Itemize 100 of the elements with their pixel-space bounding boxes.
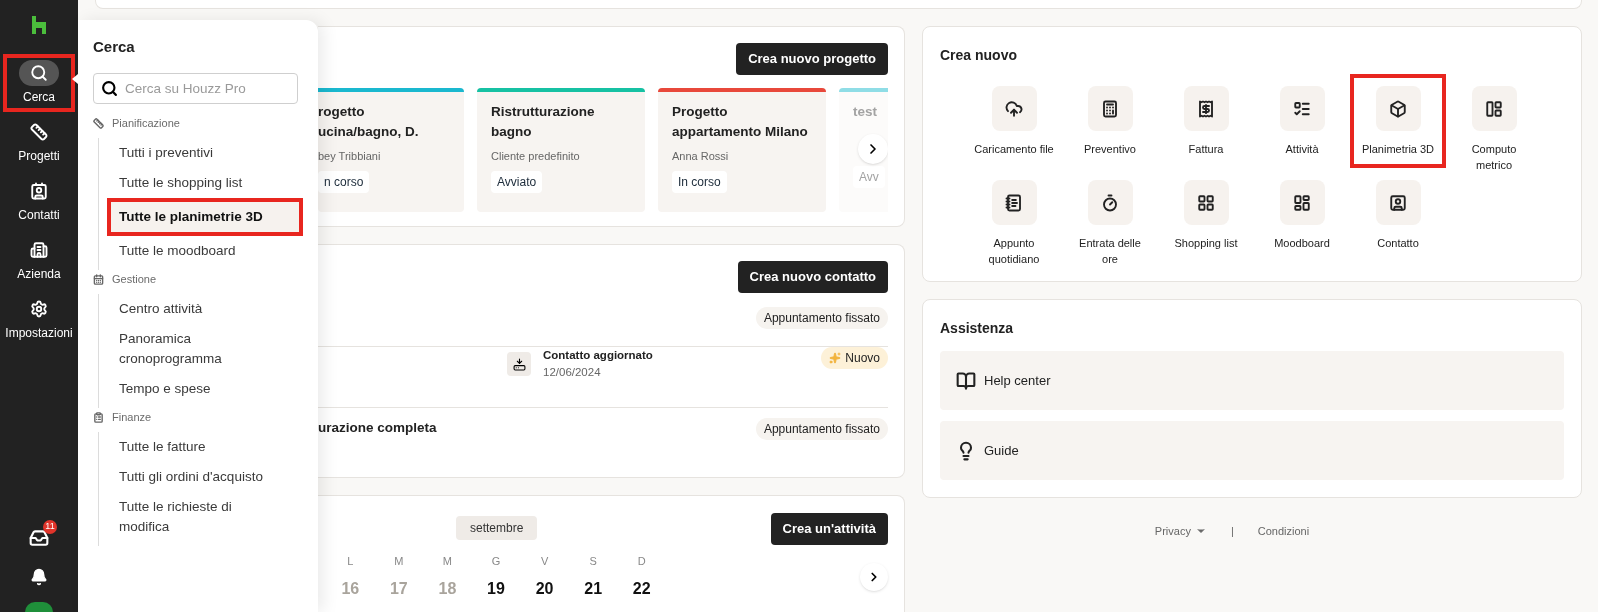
card-title: Crea nuovo [940,46,1018,65]
book-icon [956,370,976,391]
activity-date: 12/06/2024 [543,365,602,381]
create-contact-button[interactable]: Crea nuovo contatto [737,261,888,293]
create-tile[interactable]: Shopping list [1158,168,1254,262]
menu-item[interactable]: Tutti gli ordini d'acquisto [107,461,303,492]
terms-link[interactable]: Condizioni [1257,523,1310,540]
new-badge: Nuovo [821,347,888,369]
create-tile[interactable]: Caricamento file [966,74,1062,168]
checklist-icon [1293,99,1311,118]
day-number[interactable]: 19 [471,577,521,601]
menu-item[interactable]: Tutte le planimetrie 3D [107,197,303,236]
card-title: Assistenza [940,319,1015,338]
dashboard-icon [1293,193,1311,212]
project-title: Ristrutturazione bagno [491,103,596,141]
building-icon [30,241,48,259]
nav-item[interactable]: Cerca [3,54,75,112]
contact-card-icon [1389,193,1407,212]
status-tag: Appuntamento fissato [755,418,888,440]
logo[interactable] [32,16,46,34]
status-tag: Avviato [491,170,543,193]
notebook-icon [1005,193,1023,212]
create-tile[interactable]: Contatto [1350,168,1446,262]
stopwatch-icon [1101,193,1119,212]
search-icon [101,79,118,97]
weekday-label: D [636,554,647,569]
nav-item[interactable]: Progetti [3,113,75,171]
weekday-label: L [346,554,355,569]
menu-item[interactable]: Tutte le moodboard [107,235,303,266]
calendar-icon [93,274,104,285]
calculator-icon [1101,99,1119,118]
project-title: rogetto ucina/bagno, D. [318,103,420,141]
menu-item[interactable]: Tutti i preventivi [107,137,303,168]
menu-item[interactable]: Centro attività [107,293,303,324]
menu-item[interactable]: Panoramica cronoprogramma [107,323,303,374]
ruler-icon [30,123,48,141]
search-field[interactable]: Cerca su Houzz Pro [93,72,298,104]
receipt-icon [1197,99,1215,118]
create-project-button[interactable]: Crea nuovo progetto [736,43,888,75]
project-card[interactable]: Ristrutturazione bagno Cliente predefinito Avviato [477,88,645,212]
weekday-label: M [441,554,453,569]
notification-count: 11 [43,520,57,534]
tray-icon [512,357,526,371]
contact-card-icon [30,182,48,200]
client-name: Cliente predefinito [491,149,581,164]
nav-item[interactable]: Contatti [3,172,75,230]
create-tile[interactable]: Fattura [1158,74,1254,168]
month-label: settembre [456,516,538,540]
inbox-icon[interactable] [29,528,49,548]
cube-icon [1389,99,1407,118]
menu-item[interactable]: Tutte le fatture [107,431,303,462]
nav-item[interactable]: Impostazioni [3,290,75,348]
menu-item[interactable]: Tempo e spese [107,373,303,404]
create-activity-button[interactable]: Crea un'attività [770,513,888,545]
weekday-label: V [539,554,550,569]
status-tag: n corso [318,170,370,193]
day-number[interactable]: 20 [520,577,569,601]
grid-icon [1197,193,1215,212]
status-pill [25,602,53,612]
sparkle-icon [829,352,842,364]
next-week-button[interactable] [860,563,888,591]
weekday-label: S [588,554,598,569]
help-link[interactable]: Help center [940,351,1564,410]
cloud-upload-icon [1005,99,1023,118]
day-number[interactable]: 21 [568,577,618,601]
activity-title: Contatto aggiornato [543,348,653,363]
status-tag: In corso [672,170,727,193]
section-label: Gestione [112,272,157,288]
section-label: Finanze [112,410,152,426]
create-tile[interactable]: Entrata delle ore [1062,168,1158,262]
ruler-icon [93,118,104,129]
section-label: Pianificazione [112,116,180,132]
client-name: Anna Rossi [672,149,730,164]
search-icon [30,64,48,82]
settings-icon [30,300,48,318]
project-title: Progetto appartamento Milano [672,103,809,141]
clipboard-icon [93,412,104,423]
nav-item[interactable]: Azienda [3,231,75,289]
status-tag: Appuntamento fissato [755,307,888,329]
weekday-label: M [393,554,405,569]
create-tile[interactable]: Attività [1254,74,1350,168]
separator: | [1230,524,1234,539]
contact-name: urazione completa [318,419,437,437]
weekday-label: G [490,554,502,569]
day-number[interactable]: 22 [617,577,666,601]
menu-item[interactable]: Tutte le shopping list [107,167,303,198]
privacy-link[interactable]: Privacy [1154,523,1207,540]
bell-icon[interactable] [30,568,48,586]
help-link[interactable]: Guide [940,421,1564,480]
floorplan-icon [1485,99,1503,118]
create-tile[interactable]: Computo metrico [1446,74,1542,168]
create-tile[interactable]: Preventivo [1062,74,1158,168]
project-title: test [853,103,878,121]
create-tile[interactable]: Moodboard [1254,168,1350,262]
project-card[interactable]: Progetto appartamento Milano Anna Rossi In corso [658,88,826,212]
menu-item[interactable]: Tutte le richieste di modifica [107,491,303,542]
project-card[interactable]: rogetto ucina/bagno, D. bey Tribbiani n corso [318,88,464,212]
client-name: bey Tribbiani [318,149,382,164]
create-tile[interactable]: Planimetria 3D [1350,74,1446,168]
status-tag: Avv [853,166,885,188]
